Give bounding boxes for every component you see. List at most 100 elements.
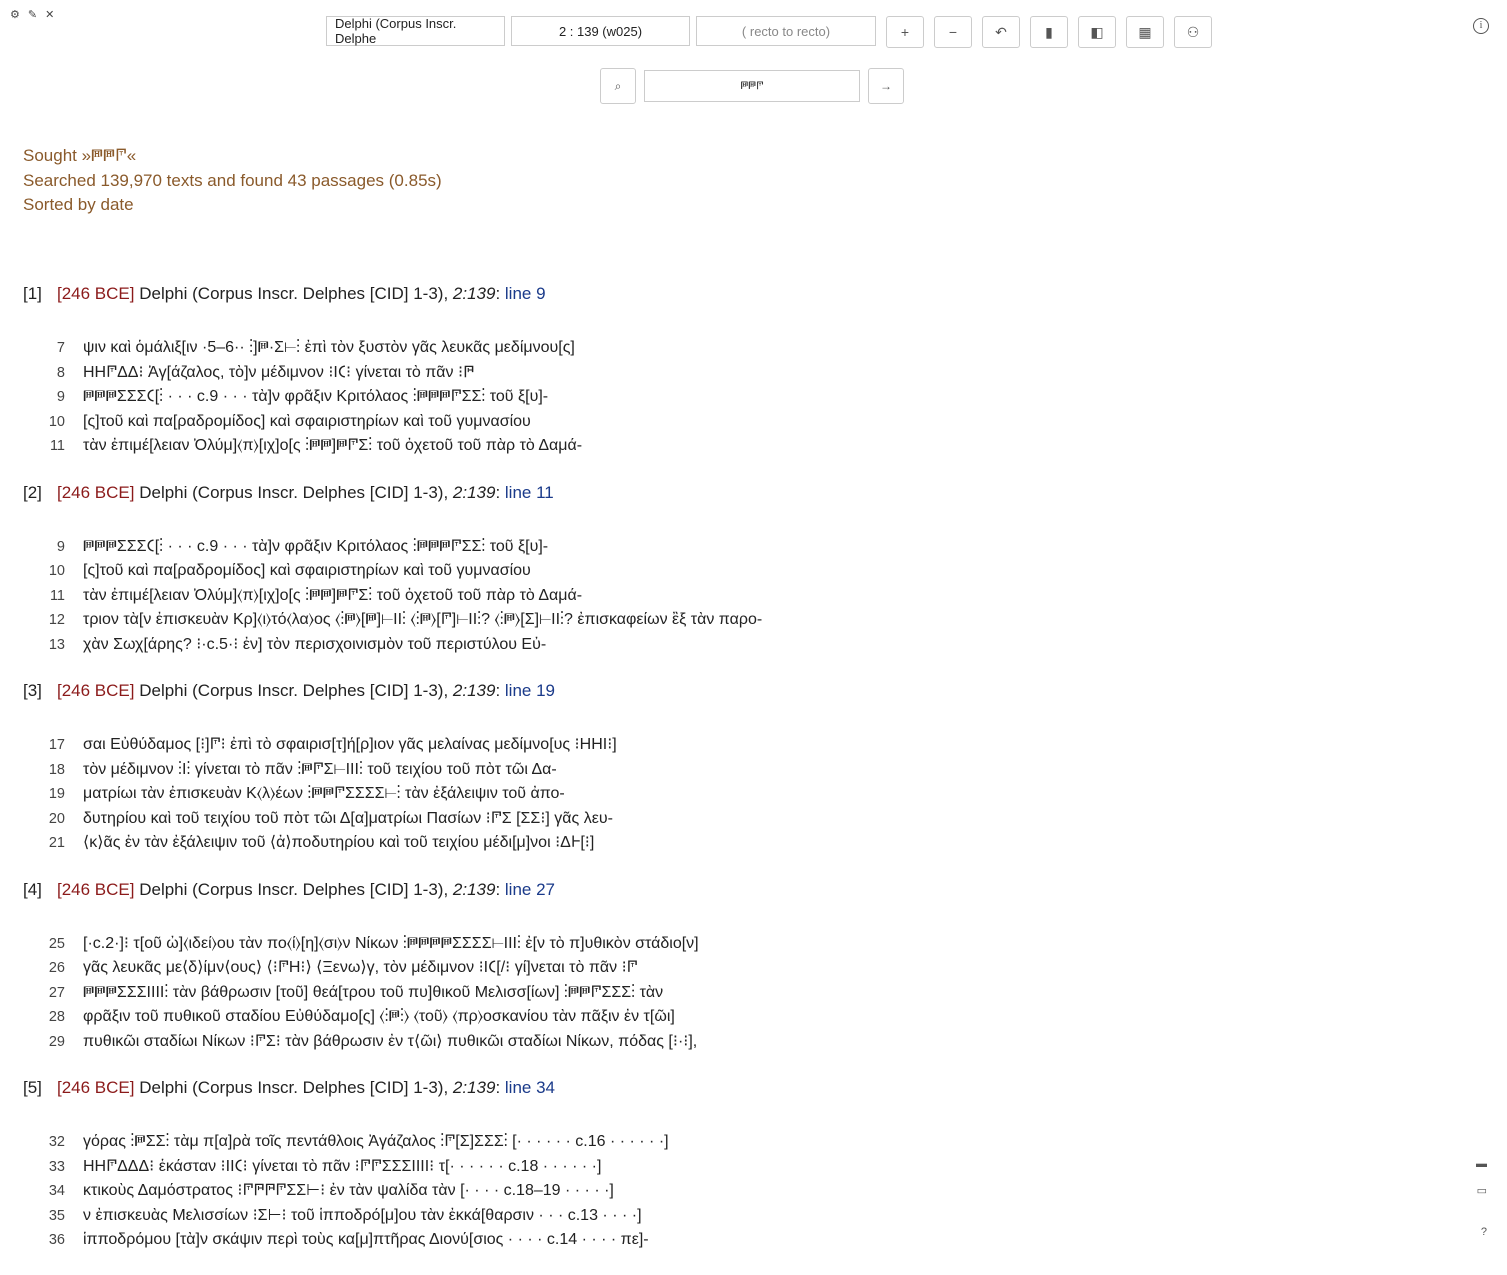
searched-text: Searched 139,970 texts and found 43 pass… xyxy=(23,170,442,190)
line-number: 34 xyxy=(48,1183,65,1199)
sorted-text: Sorted by date xyxy=(23,195,134,214)
text-line: 28 φρᾶξιν τοῦ πυθικοῦ σταδίου Εὐθύδαμο[ς]… xyxy=(23,1005,1507,1030)
text-line: 20 δυτηρίου καὶ τοῦ τειχίου τοῦ πὸτ τῶι Δ… xyxy=(23,807,1507,832)
result-header: [4] [246 BCE] Delphi (Corpus Inscr. Delph… xyxy=(23,878,1507,902)
result-ref[interactable]: 2:139 xyxy=(453,681,496,700)
result-line-link[interactable]: line 19 xyxy=(505,681,555,700)
line-number: 32 xyxy=(48,1134,65,1150)
result-number: [1] xyxy=(23,284,42,303)
search-bar: ⌕ 𐅅𐅅𐅈 → xyxy=(600,68,904,104)
line-text: κτικοὺς Δαμόστρατος ⁝𐅈𐅅𐅅𐅈ΣΣ⊢⁝ ἐν τὰν ψαλ… xyxy=(83,1182,614,1199)
result-number: [5] xyxy=(23,1078,42,1097)
line-text: χὰν Σωχ[άρης? ⁝·c.5·⁝ ἐν] τὸν περισχοινι… xyxy=(83,635,547,653)
line-text: φρᾶξιν τοῦ πυθικοῦ σταδίου Εὐθύδαμο[ς] ⟨… xyxy=(83,1008,675,1025)
line-number: 12 xyxy=(48,612,65,628)
line-number: 36 xyxy=(48,1232,65,1248)
line-text: τὸν μέδιμνον ⁝Ι⁝ γίνεται τὸ πᾶν ⁝𐅅𐅈Σ⊢ΙΙΙ… xyxy=(83,760,557,778)
result-line-link[interactable]: line 9 xyxy=(505,284,546,303)
result-header: [1] [246 BCE] Delphi (Corpus Inscr. Delph… xyxy=(23,282,1507,306)
user-button[interactable]: ⚇ xyxy=(1174,16,1212,48)
close-icon[interactable]: ✕ xyxy=(45,9,54,21)
text-line: 32 γόρας ⁝𐅅ΣΣ⁝ τὰμ π[α]ρὰ τοῖς πεντάθλοις… xyxy=(23,1130,1507,1155)
text-line: 33 ΗΗ𐅈ΔΔΔ⁝ ἑκάσταν ⁝ΙΙ𐅁⁝ γίνεται τὸ πᾶν ⁝… xyxy=(23,1155,1507,1180)
result-ref[interactable]: 2:139 xyxy=(453,483,496,502)
orientation-field[interactable]: ( recto to recto) xyxy=(696,16,876,46)
line-text: ⟨κ⟩ᾶς ἐν τὰν ἐξάλειψιν τοῦ ⟨ἀ⟩ποδυτηρίου… xyxy=(83,834,595,851)
zoom-out-button[interactable]: − xyxy=(934,16,972,48)
line-number: 29 xyxy=(48,1033,65,1050)
results-list: [1] [246 BCE] Delphi (Corpus Inscr. Delph… xyxy=(23,282,1507,1275)
line-text: γόρας ⁝𐅅ΣΣ⁝ τὰμ π[α]ρὰ τοῖς πεντάθλοις Ἀ… xyxy=(83,1133,669,1150)
search-icon[interactable]: ⌕ xyxy=(600,68,636,104)
result-date: [246 BCE] xyxy=(57,1078,135,1097)
result-line-link[interactable]: line 11 xyxy=(505,483,554,502)
result-ref[interactable]: 2:139 xyxy=(453,284,496,303)
wrench-icon[interactable]: ✎ xyxy=(28,9,37,21)
line-text: τὰν ἐπιμέ[λειαν Ὀλύμ]⟨π⟩[ιχ]ο[ς ⁝𐅅𐅅]𐅅𐅈Σ⁝… xyxy=(83,437,583,454)
line-number: 7 xyxy=(56,340,65,356)
line-number: 20 xyxy=(48,810,65,827)
text-line: 13 χὰν Σωχ[άρης? ⁝·c.5·⁝ ἐν] τὸν περισχοι… xyxy=(23,633,1507,658)
result-header: [5] [246 BCE] Delphi (Corpus Inscr. Delph… xyxy=(23,1076,1507,1100)
undo-button[interactable]: ↶ xyxy=(982,16,1020,48)
text-line: 8 ΗΗ𐅈ΔΔ⁝ Ἀγ[άζαλος, τὸ]ν μέδιμνον ⁝Ι𐅁⁝ γί… xyxy=(23,361,1507,386)
line-number: 27 xyxy=(48,984,65,1001)
result-ref[interactable]: 2:139 xyxy=(453,880,496,899)
text-line: 21 ⟨κ⟩ᾶς ἐν τὰν ἐξάλειψιν τοῦ ⟨ἀ⟩ποδυτηρί… xyxy=(23,831,1507,856)
result-date: [246 BCE] xyxy=(57,879,135,899)
result-item: [4] [246 BCE] Delphi (Corpus Inscr. Delph… xyxy=(23,878,1507,1077)
text-line: 19 ματρίωι τὰν ἐπισκευὰν Κ⟨λ⟩έων ⁝𐅅𐅅𐅈ΣΣΣΣ… xyxy=(23,782,1507,807)
line-number: 19 xyxy=(48,786,65,802)
folder-icon[interactable]: ▭ xyxy=(1477,1184,1487,1197)
result-place: Delphi (Corpus Inscr. Delphes [CID] 1-3)… xyxy=(134,1078,453,1097)
toolbar: Delphi (Corpus Inscr. Delphe 2 : 139 (w0… xyxy=(326,16,1212,48)
text-line: 18 τὸν μέδιμνον ⁝Ι⁝ γίνεται τὸ πᾶν ⁝𐅅𐅈Σ⊢Ι… xyxy=(23,758,1507,783)
search-input[interactable]: 𐅅𐅅𐅈 xyxy=(644,70,860,102)
result-number: [2] xyxy=(23,482,42,502)
info-icon[interactable]: i xyxy=(1473,18,1489,34)
result-ref[interactable]: 2:139 xyxy=(453,1078,496,1097)
corpus-field[interactable]: Delphi (Corpus Inscr. Delphe xyxy=(326,16,505,46)
line-number: 8 xyxy=(56,364,65,381)
result-number: [3] xyxy=(23,681,42,700)
result-place: Delphi (Corpus Inscr. Delphes [CID] 1-3)… xyxy=(134,681,453,700)
line-text: πυθικῶι σταδίωι Νίκων ⁝𐅈Σ⁝ τὰν βάθρωσιν … xyxy=(83,1032,698,1050)
zoom-in-button[interactable]: + xyxy=(886,16,924,48)
result-line-link[interactable]: line 27 xyxy=(505,880,555,899)
line-text: [ς]τοῦ καὶ πα[ραδρομίδος] καὶ σφαιριστηρ… xyxy=(83,412,531,430)
table-view-button[interactable]: ▦ xyxy=(1126,16,1164,48)
line-number: 11 xyxy=(49,587,65,604)
split-view-button[interactable]: ◧ xyxy=(1078,16,1116,48)
reference-field[interactable]: 2 : 139 (w025) xyxy=(511,16,690,46)
result-header: [2] [246 BCE] Delphi (Corpus Inscr. Delph… xyxy=(23,481,1507,505)
go-button[interactable]: → xyxy=(868,68,904,104)
single-view-button[interactable]: ▮ xyxy=(1030,16,1068,48)
line-text: σαι Εὐθύδαμος [⁝]𐅈⁝ ἐπὶ τὸ σφαιρισ[τ]ή[ρ… xyxy=(83,736,617,753)
result-date: [246 BCE] xyxy=(57,284,135,303)
result-number: [4] xyxy=(23,879,42,899)
line-text: ΗΗ𐅈ΔΔ⁝ Ἀγ[άζαλος, τὸ]ν μέδιμνον ⁝Ι𐅁⁝ γίν… xyxy=(83,363,475,381)
result-item: [1] [246 BCE] Delphi (Corpus Inscr. Delph… xyxy=(23,282,1507,481)
help-icon[interactable]: ? xyxy=(1481,1226,1487,1238)
line-text: 𐅅𐅅𐅅ΣΣΣ𐅁[⁝ · · · c.9 · · · τὰ]ν φρᾶξιν Κρ… xyxy=(83,388,549,405)
text-line: 34 κτικοὺς Δαμόστρατος ⁝𐅈𐅅𐅅𐅈ΣΣ⊢⁝ ἐν τὰν ψ… xyxy=(23,1179,1507,1204)
line-number: 11 xyxy=(49,438,65,454)
gear-icon[interactable]: ⚙ xyxy=(10,9,20,21)
line-text: ν ἐπισκευὰς Μελισσίων ⁝Σ⊢⁝ τοῦ ἱπποδρό[μ… xyxy=(83,1206,642,1224)
save-icon[interactable]: ▬ xyxy=(1476,1158,1487,1170)
line-text: ἱπποδρόμου [τὰ]ν σκάψιν περὶ τοὺς κα[μ]π… xyxy=(83,1231,649,1248)
line-number: 21 xyxy=(48,835,65,851)
result-header: [3] [246 BCE] Delphi (Corpus Inscr. Delph… xyxy=(23,679,1507,703)
line-text: ΗΗ𐅈ΔΔΔ⁝ ἑκάσταν ⁝ΙΙ𐅁⁝ γίνεται τὸ πᾶν ⁝𐅈𐅈… xyxy=(83,1157,602,1175)
line-text: δυτηρίου καὶ τοῦ τειχίου τοῦ πὸτ τῶι Δ[α… xyxy=(83,809,613,827)
text-line: 27 𐅅𐅅𐅅ΣΣΣΙΙΙΙ⁝ τὰν βάθρωσιν [τοῦ] θεά[τρο… xyxy=(23,981,1507,1006)
result-item: [5] [246 BCE] Delphi (Corpus Inscr. Delph… xyxy=(23,1076,1507,1275)
line-number: 18 xyxy=(48,761,65,778)
result-date: [246 BCE] xyxy=(57,681,135,700)
text-line: 10 [ς]τοῦ καὶ πα[ραδρομίδος] καὶ σφαιριστ… xyxy=(23,410,1507,435)
result-item: [2] [246 BCE] Delphi (Corpus Inscr. Delph… xyxy=(23,481,1507,680)
result-line-link[interactable]: line 34 xyxy=(505,1078,555,1097)
sought-text: Sought »𐅅𐅅𐅈« xyxy=(23,146,137,165)
text-line: 7 ψιν καὶ ὁμάλιξ[ιν ·5–6·· ⁝]𐅅·Σ⊢⁝ ἐπὶ τὸ… xyxy=(23,336,1507,361)
line-text: γᾶς λευκᾶς με⟨δ⟩ίμν⟨ους⟩ ⟨⁝𐅈Η⁝⟩ ⟨Ξενω⟩γ,… xyxy=(83,959,638,976)
